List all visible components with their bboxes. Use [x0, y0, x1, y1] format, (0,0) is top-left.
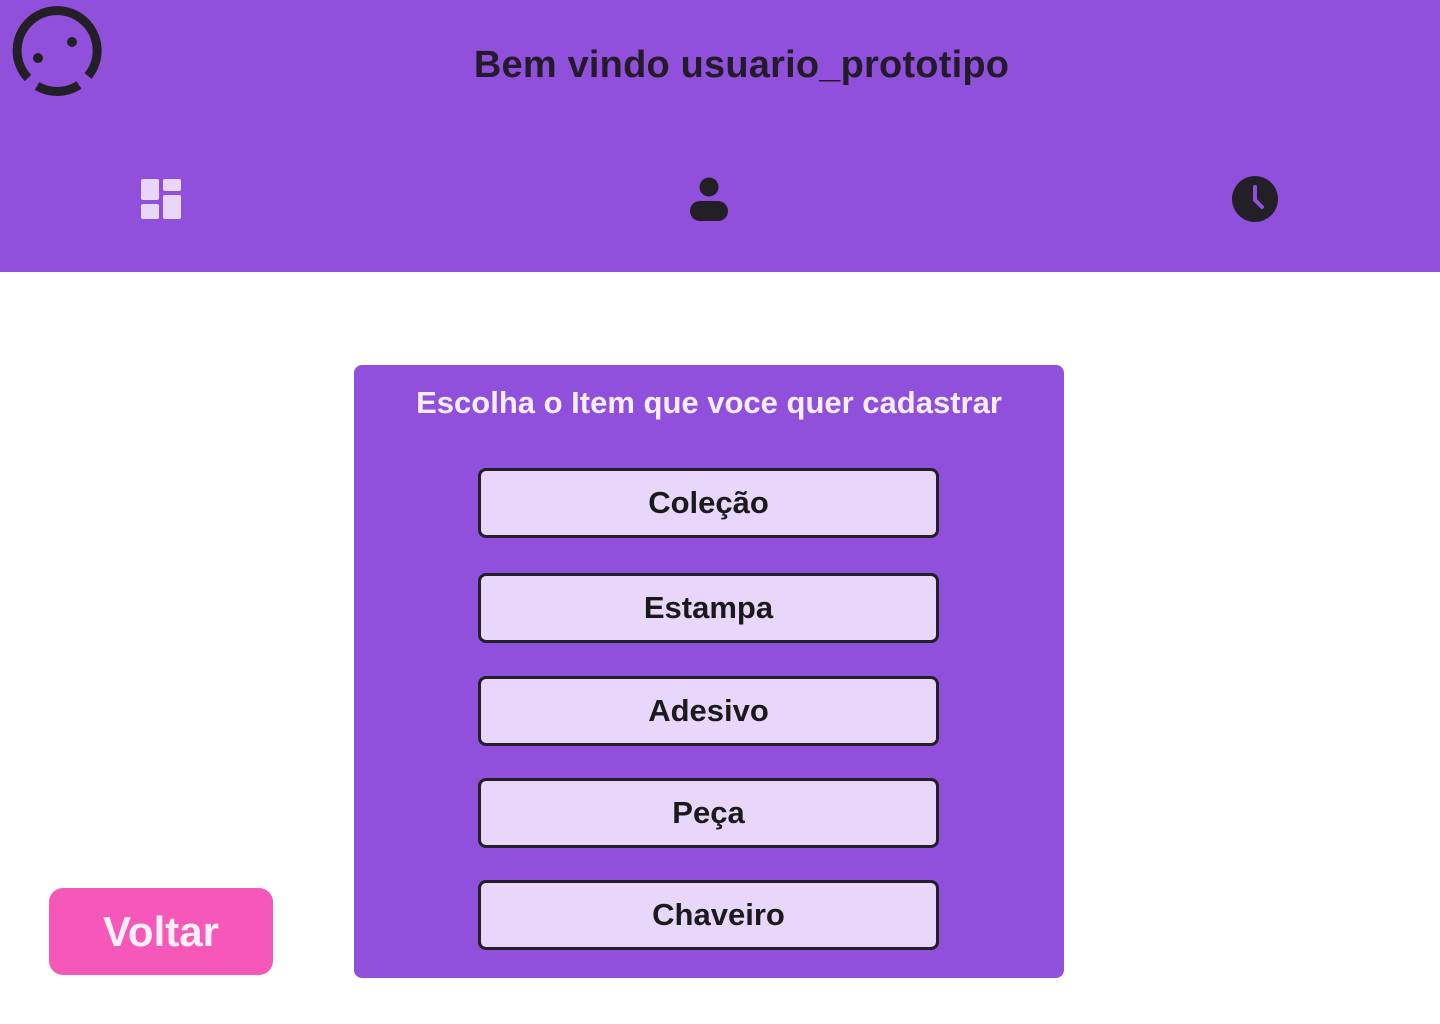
estampa-button-label: Estampa: [643, 590, 774, 625]
chaveiro-button-label: Chaveiro: [652, 897, 785, 932]
header-bar: Bem vindo usuario_prototipo: [0, 0, 1440, 272]
colecao-button[interactable]: Coleção: [478, 468, 939, 538]
dashboard-icon[interactable]: [134, 172, 188, 226]
peca-button-label: Peça: [672, 795, 745, 830]
peca-button[interactable]: Peça: [478, 778, 939, 848]
user-icon[interactable]: [682, 172, 736, 226]
adesivo-button[interactable]: Adesivo: [478, 676, 939, 746]
chaveiro-button[interactable]: Chaveiro: [478, 880, 939, 950]
colecao-button-label: Coleção: [648, 485, 769, 520]
back-button[interactable]: Voltar: [49, 888, 273, 975]
back-button-label: Voltar: [103, 907, 219, 955]
item-selection-panel: Escolha o Item que voce quer cadastrar C…: [354, 365, 1064, 978]
panel-title: Escolha o Item que voce quer cadastrar: [416, 385, 1002, 420]
estampa-button[interactable]: Estampa: [478, 573, 939, 643]
welcome-title: Bem vindo usuario_prototipo: [473, 44, 1010, 86]
adesivo-button-label: Adesivo: [648, 693, 769, 728]
clock-icon[interactable]: [1228, 172, 1282, 226]
